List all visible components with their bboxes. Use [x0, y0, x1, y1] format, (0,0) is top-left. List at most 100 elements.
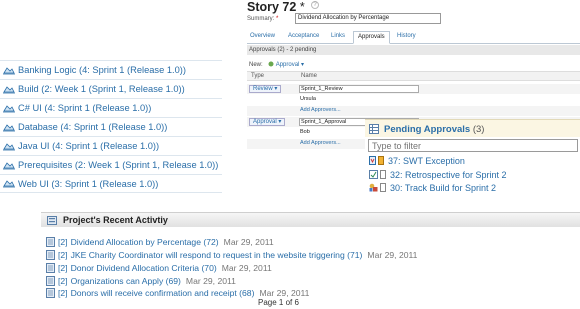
approval-type-label: Approval [253, 119, 277, 125]
table-row: Ursula [247, 95, 580, 105]
activity-count: [2] [58, 250, 68, 260]
list-item[interactable]: C# UI (4: Sprint 1 (Release 1.0)) [0, 98, 222, 117]
summary-label-text: Summary: [247, 16, 275, 22]
editor-tabs: Overview Acceptance Links Approvals Hist… [247, 31, 580, 44]
status-icon [380, 183, 386, 192]
new-approval-link[interactable]: Approval [276, 62, 300, 68]
list-item[interactable]: Database (4: Sprint 1 (Release 1.0)) [0, 117, 222, 136]
approver-name: Ursula [300, 96, 316, 102]
list-item: [2] Donor Dividend Allocation Criteria (… [46, 262, 272, 274]
list-item[interactable]: Banking Logic (4: Sprint 1 (Release 1.0)… [0, 60, 222, 79]
new-label: New: [249, 62, 263, 68]
document-icon [46, 237, 55, 247]
recent-activity-widget: Project's Recent Activtiy [2] Dividend A… [41, 212, 580, 309]
column-header-type: Type [251, 73, 265, 79]
activity-count: [2] [58, 263, 68, 273]
project-area-icon [3, 142, 15, 150]
project-area-icon [3, 161, 15, 169]
list-item[interactable]: Build (2: Week 1 (Sprint 1, Release 1.0)… [0, 79, 222, 98]
list-item[interactable]: 30: Track Build for Sprint 2 [369, 182, 496, 193]
activity-link[interactable]: JKE Charity Coordinator will respond to … [71, 250, 363, 260]
tab-approvals[interactable]: Approvals [353, 31, 390, 44]
document-icon [46, 276, 55, 286]
project-link[interactable]: C# UI (4: Sprint 1 (Release 1.0)) [18, 103, 151, 113]
project-area-icon [3, 180, 15, 188]
approvals-table-header: Type Name [247, 71, 580, 81]
activity-count: [2] [58, 276, 68, 286]
project-area-list: Banking Logic (4: Sprint 1 (Release 1.0)… [0, 60, 222, 193]
list-item[interactable]: 32: Retrospective for Sprint 2 [369, 169, 507, 180]
table-row: Review ▾ Sprint_1_Review [247, 84, 580, 94]
approval-type-dropdown[interactable]: Review ▾ [249, 85, 282, 93]
document-icon [46, 288, 55, 298]
list-item: [2] Dividend Allocation by Percentage (7… [46, 236, 274, 248]
add-approvers-link[interactable]: Add Approvers... [300, 140, 341, 146]
pending-item-link[interactable]: 32: Retrospective for Sprint 2 [390, 170, 507, 180]
list-item[interactable]: Web UI (3: Sprint 1 (Release 1.0)) [0, 174, 222, 193]
status-icon [380, 170, 386, 179]
project-area-icon [3, 85, 15, 93]
unsaved-marker: * [296, 0, 305, 14]
document-icon [46, 250, 55, 260]
activity-icon [47, 216, 57, 225]
project-link[interactable]: Build (2: Week 1 (Sprint 1, Release 1.0)… [18, 84, 185, 94]
tab-overview[interactable]: Overview [250, 33, 275, 39]
tab-links[interactable]: Links [331, 33, 345, 39]
table-row: Add Approvers... [247, 106, 580, 116]
summary-field[interactable]: Dividend Allocation by Percentage [295, 13, 441, 24]
help-icon[interactable]: ? [311, 1, 319, 9]
project-area-icon [3, 66, 15, 74]
approver-name: Bob [300, 129, 310, 135]
required-marker: * [276, 16, 279, 22]
approval-type-label: Review [253, 86, 273, 92]
activity-link[interactable]: Donor Dividend Allocation Criteria (70) [71, 263, 217, 273]
approvals-section-header[interactable]: Approvals (2) - 2 pending [247, 45, 580, 55]
project-link[interactable]: Prerequisites (2: Week 1 (Sprint 1, Rele… [18, 160, 218, 170]
approval-type-dropdown[interactable]: Approval ▾ [249, 118, 286, 126]
project-link[interactable]: Java UI (4: Sprint 1 (Release 1.0)) [18, 141, 159, 151]
page-title: Story 72 * [247, 0, 305, 14]
pending-approvals-widget: Pending Approvals (3) 37: SWT Exception … [365, 119, 580, 199]
widget-title: Project's Recent Activtiy [63, 215, 168, 225]
pending-count: (3) [472, 124, 485, 135]
tab-acceptance[interactable]: Acceptance [288, 33, 319, 39]
activity-date: Mar 29, 2011 [221, 263, 272, 273]
activity-date: Mar 29, 2011 [367, 250, 418, 260]
list-item: [2] JKE Charity Coordinator will respond… [46, 249, 417, 261]
task-icon [369, 183, 378, 192]
widget-header: Pending Approvals (3) [365, 119, 580, 137]
project-area-icon [3, 123, 15, 131]
pending-item-link[interactable]: 30: Track Build for Sprint 2 [390, 183, 496, 193]
defect-icon [369, 156, 376, 165]
grid-icon [369, 124, 379, 134]
project-area-icon [3, 104, 15, 112]
tab-history[interactable]: History [397, 33, 416, 39]
activity-link[interactable]: Organizations can Apply (69) [71, 276, 181, 286]
filter-input[interactable] [368, 139, 578, 152]
approval-name-field[interactable]: Sprint_1_Review [299, 85, 419, 93]
approval-icon [268, 61, 274, 67]
activity-count: [2] [58, 237, 68, 247]
new-approval-row: New: Approval ▾ [249, 61, 304, 68]
pending-item-link[interactable]: 37: SWT Exception [388, 156, 465, 166]
chevron-down-icon[interactable]: ▾ [301, 62, 304, 68]
summary-label: Summary: * [247, 16, 278, 22]
column-header-name: Name [301, 73, 318, 79]
list-item[interactable]: 37: SWT Exception [369, 155, 465, 166]
story-title-text: Story 72 [247, 0, 297, 14]
project-link[interactable]: Web UI (3: Sprint 1 (Release 1.0)) [18, 179, 158, 189]
activity-link[interactable]: Dividend Allocation by Percentage (72) [71, 237, 219, 247]
project-link[interactable]: Database (4: Sprint 1 (Release 1.0)) [18, 122, 167, 132]
retrospective-icon [369, 170, 378, 179]
activity-date: Mar 29, 2011 [223, 237, 274, 247]
add-approvers-link[interactable]: Add Approvers... [300, 107, 341, 113]
pagination-label: Page 1 of 6 [258, 298, 299, 307]
activity-date: Mar 29, 2011 [259, 288, 310, 298]
project-link[interactable]: Banking Logic (4: Sprint 1 (Release 1.0)… [18, 65, 186, 75]
widget-title-text: Pending Approvals [384, 124, 471, 135]
list-item[interactable]: Prerequisites (2: Week 1 (Sprint 1, Rele… [0, 155, 222, 174]
activity-link[interactable]: Donors will receive confirmation and rec… [71, 288, 255, 298]
activity-count: [2] [58, 288, 68, 298]
list-item[interactable]: Java UI (4: Sprint 1 (Release 1.0)) [0, 136, 222, 155]
widget-title[interactable]: Pending Approvals (3) [384, 124, 484, 135]
